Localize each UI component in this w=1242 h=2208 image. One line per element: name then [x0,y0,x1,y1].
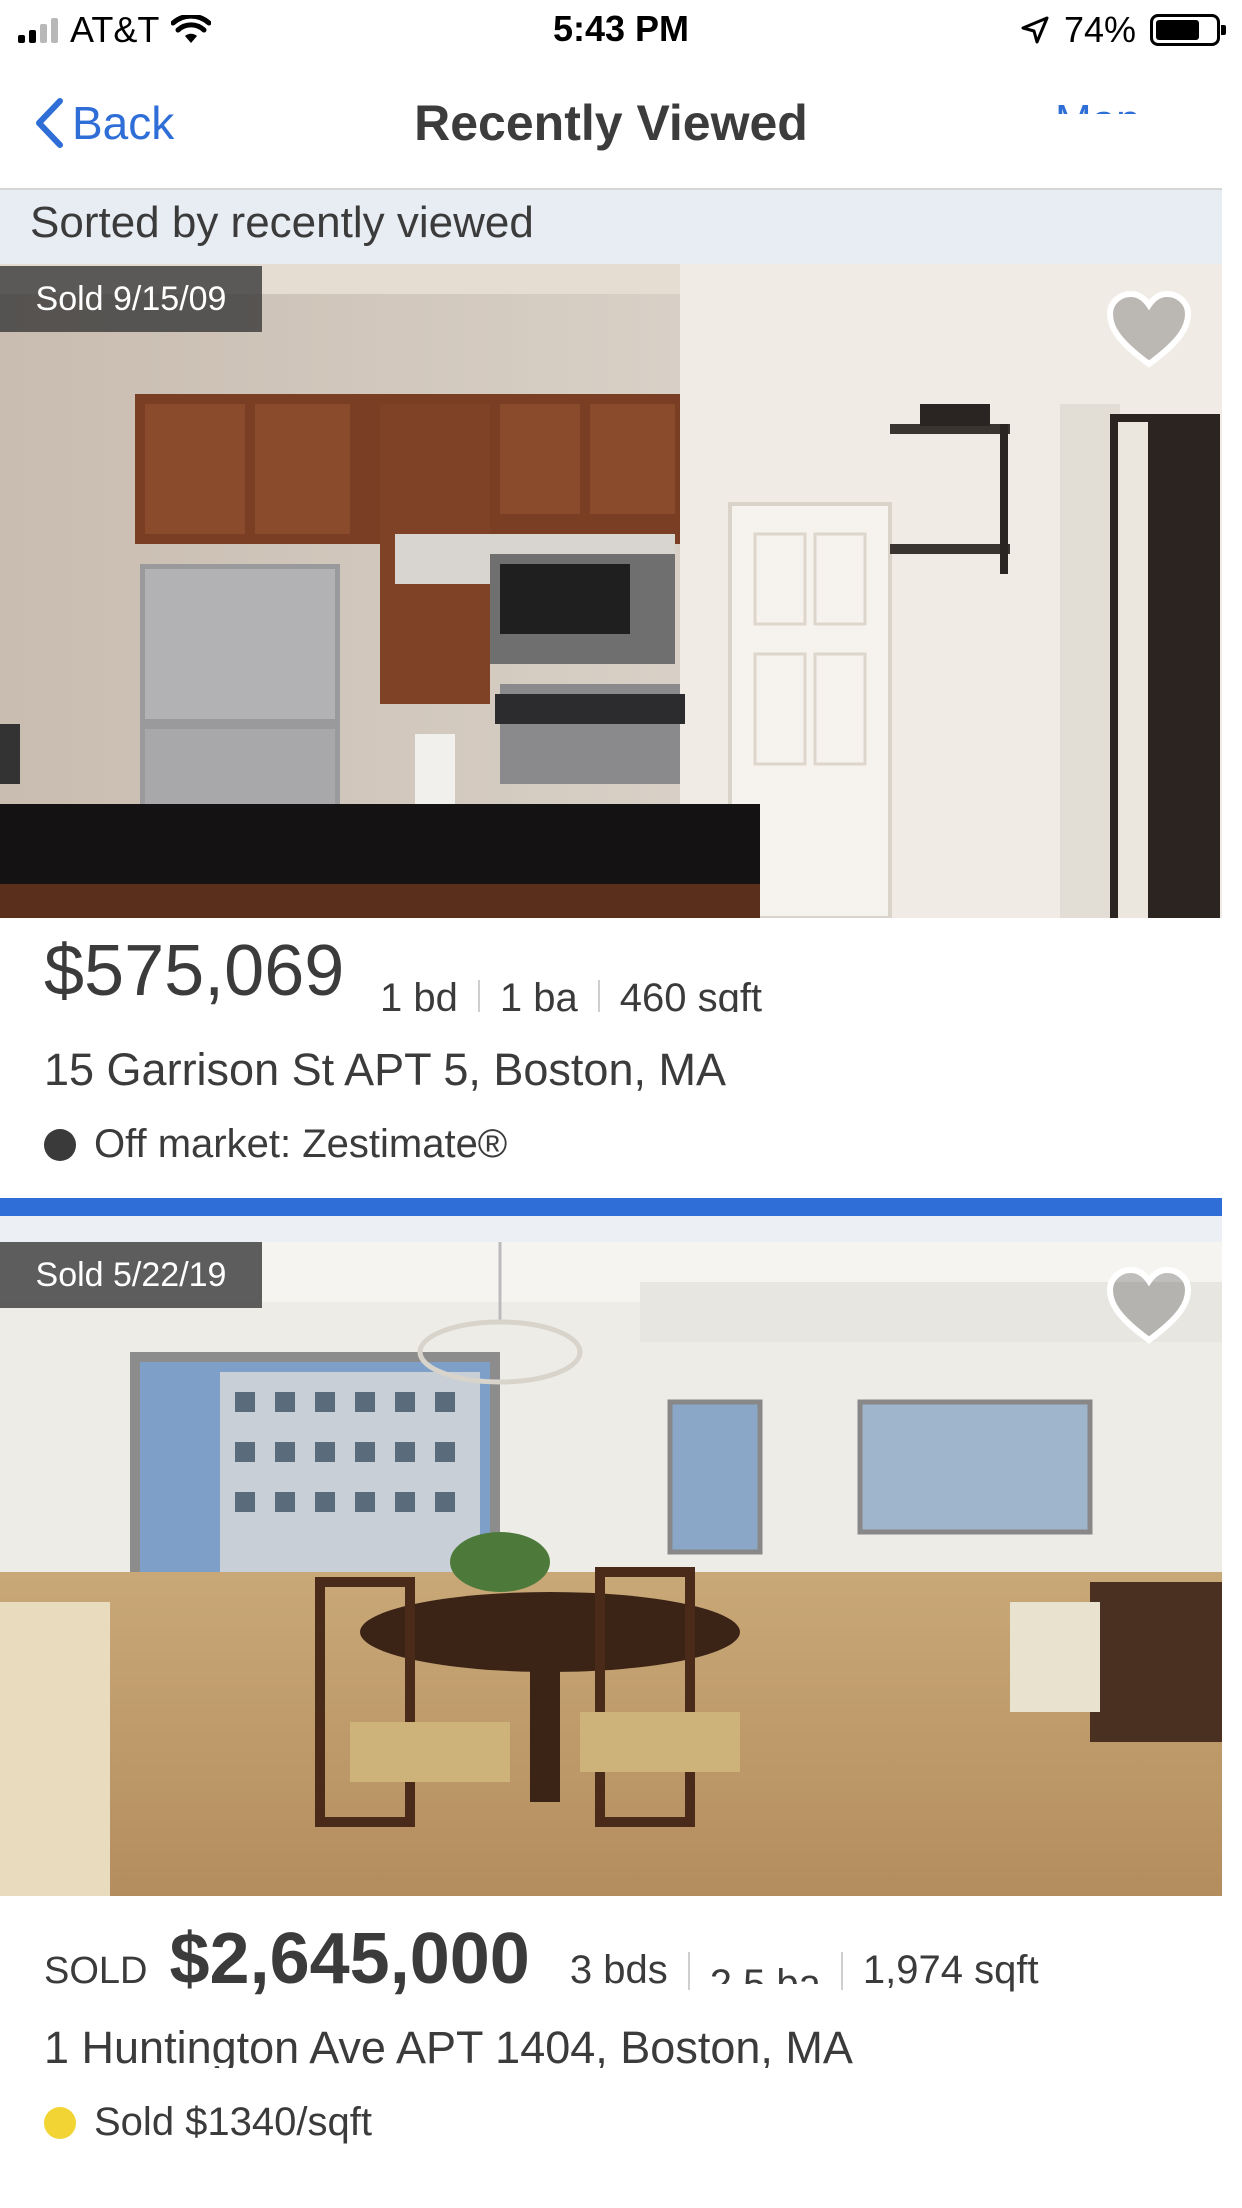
listing-photo-kitchen[interactable] [0,264,1222,918]
beds: 3 bds [569,1948,668,1992]
status-text: Sold $1340/sqft [94,2100,372,2144]
dining-room-photo [0,1242,1222,1896]
beds: 1 bd [380,976,458,1012]
selected-indicator [0,1198,1222,1216]
listing-price: $2,645,000 [169,1919,530,1999]
heart-icon[interactable] [1106,1266,1192,1346]
baths: 1 ba [499,976,578,1012]
listing-status: Off market: Zestimate® [44,1122,507,1167]
divider [597,979,600,1012]
divider [840,1951,843,1990]
sort-label: Sorted by recently viewed [30,198,534,247]
status-bar: AT&T 5:43 PM 74% [0,0,1242,60]
baths: 2.5 ba [709,1961,821,1984]
battery-icon [1150,14,1226,46]
divider [687,1951,690,1990]
status-dot-icon [44,1128,76,1161]
sort-bar: Sorted by recently viewed [0,190,1222,264]
listing-facts: 3 bds 2.5 ba 1,974 sqft [570,1948,1039,1993]
listing-photo-dining[interactable] [0,1242,1222,1896]
battery-percent: 74% [1063,9,1136,50]
listing-address[interactable]: 1 Huntington Ave APT 1404, Boston, MA [44,2016,1144,2068]
location-arrow-icon [1021,16,1049,44]
heart-icon[interactable] [1106,290,1192,370]
listing-price-row: SOLD $2,645,000 3 bds 2.5 ba 1,974 sqft [44,1918,1039,2018]
divider [477,979,480,1012]
listing-status: Sold $1340/sqft [44,2100,372,2145]
sold-tag: Sold 9/15/09 [0,266,262,332]
kitchen-photo [0,264,1222,918]
sqft: 1,974 sqft [862,1948,1039,1992]
nav-bar: Back Recently Viewed Map [0,60,1222,190]
listing-facts: 1 bd 1 ba 460 sqft [380,972,762,1012]
listing-address[interactable]: 15 Garrison St APT 5, Boston, MA [44,1044,726,1096]
card-separator [0,1216,1222,1242]
page-title: Recently Viewed [414,95,808,151]
price-text: $575,069 [44,931,345,1011]
status-right: 74% [1020,8,1226,52]
status-dot-icon [44,2106,76,2139]
status-text: Off market: Zestimate® [94,1122,508,1166]
sold-label: SOLD [44,1950,148,1992]
listing-price: $575,069 [44,931,364,1011]
sqft: 460 sqft [619,976,763,1012]
map-button[interactable]: Map [1055,86,1185,114]
sold-tag: Sold 5/22/19 [0,1242,262,1308]
